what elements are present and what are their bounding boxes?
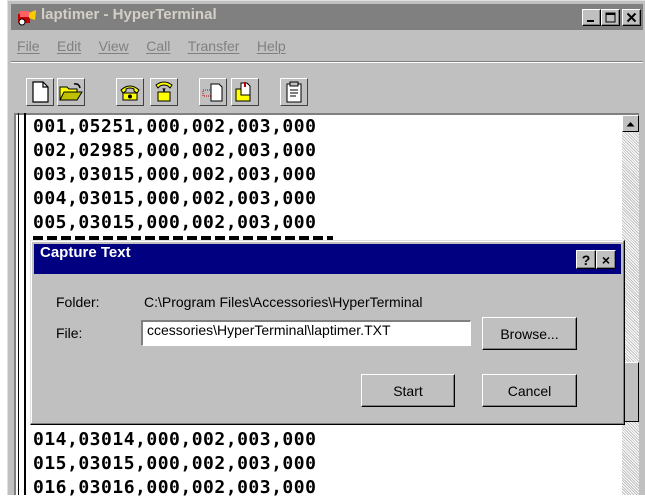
disconnect-button[interactable] [150, 78, 178, 106]
minimize-button[interactable] [582, 9, 601, 26]
terminal-gutter [24, 113, 26, 495]
background-strip [0, 0, 7, 495]
maximize-button[interactable] [601, 9, 620, 26]
terminal-border-line [18, 113, 19, 495]
help-button[interactable]: ? [576, 250, 596, 269]
connect-button[interactable] [116, 78, 144, 106]
terminal-line: 003,03015,000,002,003,000 [33, 164, 317, 185]
arrow-up-icon [626, 121, 635, 126]
terminal-line: 014,03014,000,002,003,000 [33, 429, 317, 450]
menu-file[interactable]: File [17, 35, 40, 57]
menu-help[interactable]: Help [257, 35, 286, 57]
open-button[interactable] [57, 78, 85, 106]
terminal-line: 005,03015,000,002,003,000 [33, 212, 317, 233]
terminal-line: 016,03016,000,002,003,000 [33, 477, 317, 498]
file-path-input[interactable]: ccessories\HyperTerminal\laptimer.TXT [141, 320, 471, 346]
cancel-label: Cancel [507, 382, 552, 399]
title-bar[interactable]: laptimer - HyperTerminal [11, 4, 643, 30]
menu-transfer[interactable]: Transfer [188, 35, 240, 57]
folder-label: Folder: [56, 294, 100, 310]
dialog-close-button[interactable]: × [596, 250, 616, 269]
close-icon: × [601, 251, 611, 268]
receive-button[interactable] [231, 78, 259, 106]
folder-path: C:\Program Files\Accessories\HyperTermin… [144, 294, 423, 310]
send-button[interactable] [199, 78, 227, 106]
new-button[interactable] [26, 78, 54, 106]
start-button[interactable]: Start [361, 374, 455, 407]
browse-label: Browse... [500, 325, 559, 342]
properties-button[interactable] [280, 78, 308, 106]
properties-icon [286, 81, 302, 103]
capture-text-dialog: Capture Text ? × Folder: C:\Program File… [30, 240, 625, 425]
cancel-button[interactable]: Cancel [482, 374, 577, 407]
close-button[interactable] [622, 9, 641, 26]
receive-icon [235, 82, 251, 102]
menu-view[interactable]: View [99, 35, 129, 57]
toolbar-separator [11, 61, 643, 63]
terminal-line: 004,03015,000,002,003,000 [33, 188, 317, 209]
new-icon [32, 81, 49, 103]
close-icon [626, 12, 637, 23]
disconnect-icon [155, 81, 173, 102]
terminal-line: 015,03015,000,002,003,000 [33, 453, 317, 474]
file-label: File: [56, 325, 83, 341]
connect-icon [120, 85, 140, 101]
scroll-up-button[interactable] [622, 115, 639, 132]
help-icon: ? [581, 251, 591, 268]
dialog-title: Capture Text [40, 244, 131, 261]
dialog-title-bar[interactable]: Capture Text ? × [34, 244, 621, 274]
open-icon [59, 83, 83, 101]
menu-bar: File Edit View Call Transfer Help [11, 35, 643, 57]
browse-button[interactable]: Browse... [482, 317, 577, 350]
start-label: Start [393, 382, 423, 399]
terminal-line: 002,02985,000,002,003,000 [33, 140, 317, 161]
maximize-icon [605, 12, 616, 23]
menu-edit[interactable]: Edit [57, 35, 81, 57]
terminal-line: 001,05251,000,002,003,000 [33, 116, 317, 137]
window-title: laptimer - HyperTerminal [41, 6, 217, 23]
send-icon [202, 83, 223, 102]
hyperterminal-app-icon[interactable] [17, 8, 37, 26]
menu-call[interactable]: Call [146, 35, 170, 57]
minimize-icon [587, 20, 594, 22]
